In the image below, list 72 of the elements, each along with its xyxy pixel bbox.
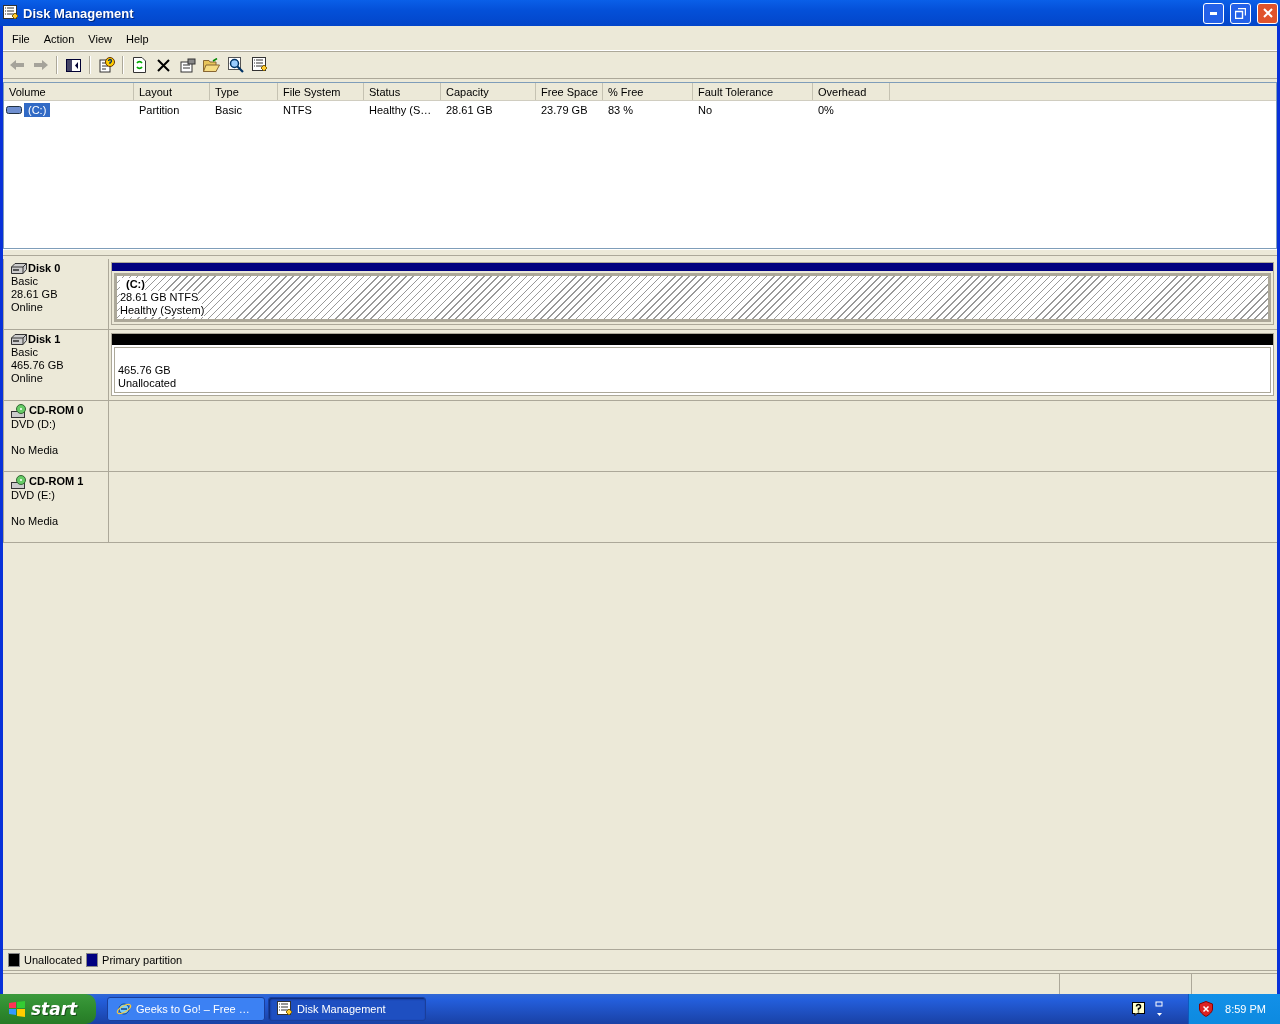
disk-info: DVD (E:) [11,489,56,502]
table-cell-text: Partition [138,103,181,116]
menu-item[interactable]: Action [36,31,82,47]
taskbar-button[interactable]: Geeks to Go! – Free … [107,997,265,1021]
magnifier-icon [227,57,244,73]
partition-info: Healthy (System) [120,304,205,317]
partition-area[interactable]: (C:) 28.61 GB NTFS Healthy (System) [114,273,1271,322]
partition-block[interactable]: 465.76 GB Unallocated [111,333,1274,396]
table-cell-text: Healthy (S… [368,103,433,116]
partition-label: (C:) [120,278,145,291]
cd-drive-icon [11,404,28,418]
windows-logo-icon [8,1001,26,1017]
restore-icon [1235,7,1246,19]
app-icon [3,5,19,21]
disk-name: Disk 0 [28,262,61,275]
disk-info: 28.61 GB [11,288,59,301]
maximize-button[interactable] [1230,2,1251,24]
back-arrow-icon [9,60,24,70]
table-cell-text: NTFS [282,103,313,116]
properties-icon [179,57,196,73]
partition-info: 28.61 GB NTFS [120,291,199,304]
menu-item[interactable]: View [81,31,119,47]
grid-icon [251,57,268,73]
x-icon [157,58,170,72]
refresh-icon [133,57,146,73]
close-icon [1262,8,1273,18]
drive-entry[interactable]: (C:) [24,102,51,117]
table-cell-text: No [697,103,714,116]
forward-arrow-icon [33,60,48,70]
close-button[interactable] [1257,2,1278,24]
table-cell-text: 0% [817,103,835,116]
app-icon [277,1001,293,1017]
table-cell-text: 23.79 GB [540,103,589,116]
folder-icon [203,58,220,72]
help-icon[interactable] [1132,1002,1146,1016]
disk-name: CD-ROM 0 [29,404,84,417]
disk-info: No Media [11,515,60,528]
legend-label: Primary partition [102,954,183,966]
panel-icon [66,58,81,72]
disk-info: Basic [11,346,39,359]
disk-info: DVD (D:) [11,418,57,431]
disk-info: Online [11,301,44,314]
taskbar-button[interactable]: Disk Management [268,997,426,1021]
volume-icon [6,105,22,114]
partition-info: Unallocated [118,377,177,390]
table-cell-text: Basic [214,103,243,116]
hard-drive-icon [11,263,27,274]
table-cell-text: 28.61 GB [445,103,494,116]
start-button[interactable]: start [0,994,96,1024]
menu-item[interactable]: File [5,31,37,47]
clock: 8:59 PM [1225,1003,1266,1015]
disk-info: No Media [11,444,60,457]
disk-info: 465.76 GB [11,359,65,372]
browser-e-icon [116,1001,132,1017]
help-icon [98,57,115,73]
disk-name: Disk 1 [28,333,61,346]
window-title: Disk Management [23,5,135,21]
minimize-icon [1210,11,1217,15]
window-arrow-icon[interactable] [1155,1001,1165,1017]
disk-info: Online [11,372,44,385]
shield-icon[interactable] [1199,1001,1214,1017]
partition-area[interactable]: 465.76 GB Unallocated [114,347,1271,393]
disk-name: CD-ROM 1 [29,475,84,488]
table-cell-text: 83 % [607,103,635,116]
partition-block[interactable]: (C:) 28.61 GB NTFS Healthy (System) [111,262,1274,325]
disk-info: Basic [11,275,39,288]
legend-label: Unallocated [24,954,83,966]
menu-item[interactable]: Help [118,31,156,47]
hard-drive-icon [11,334,27,345]
cd-drive-icon [11,475,28,489]
minimize-button[interactable] [1203,2,1224,24]
partition-info: 465.76 GB [118,364,171,377]
